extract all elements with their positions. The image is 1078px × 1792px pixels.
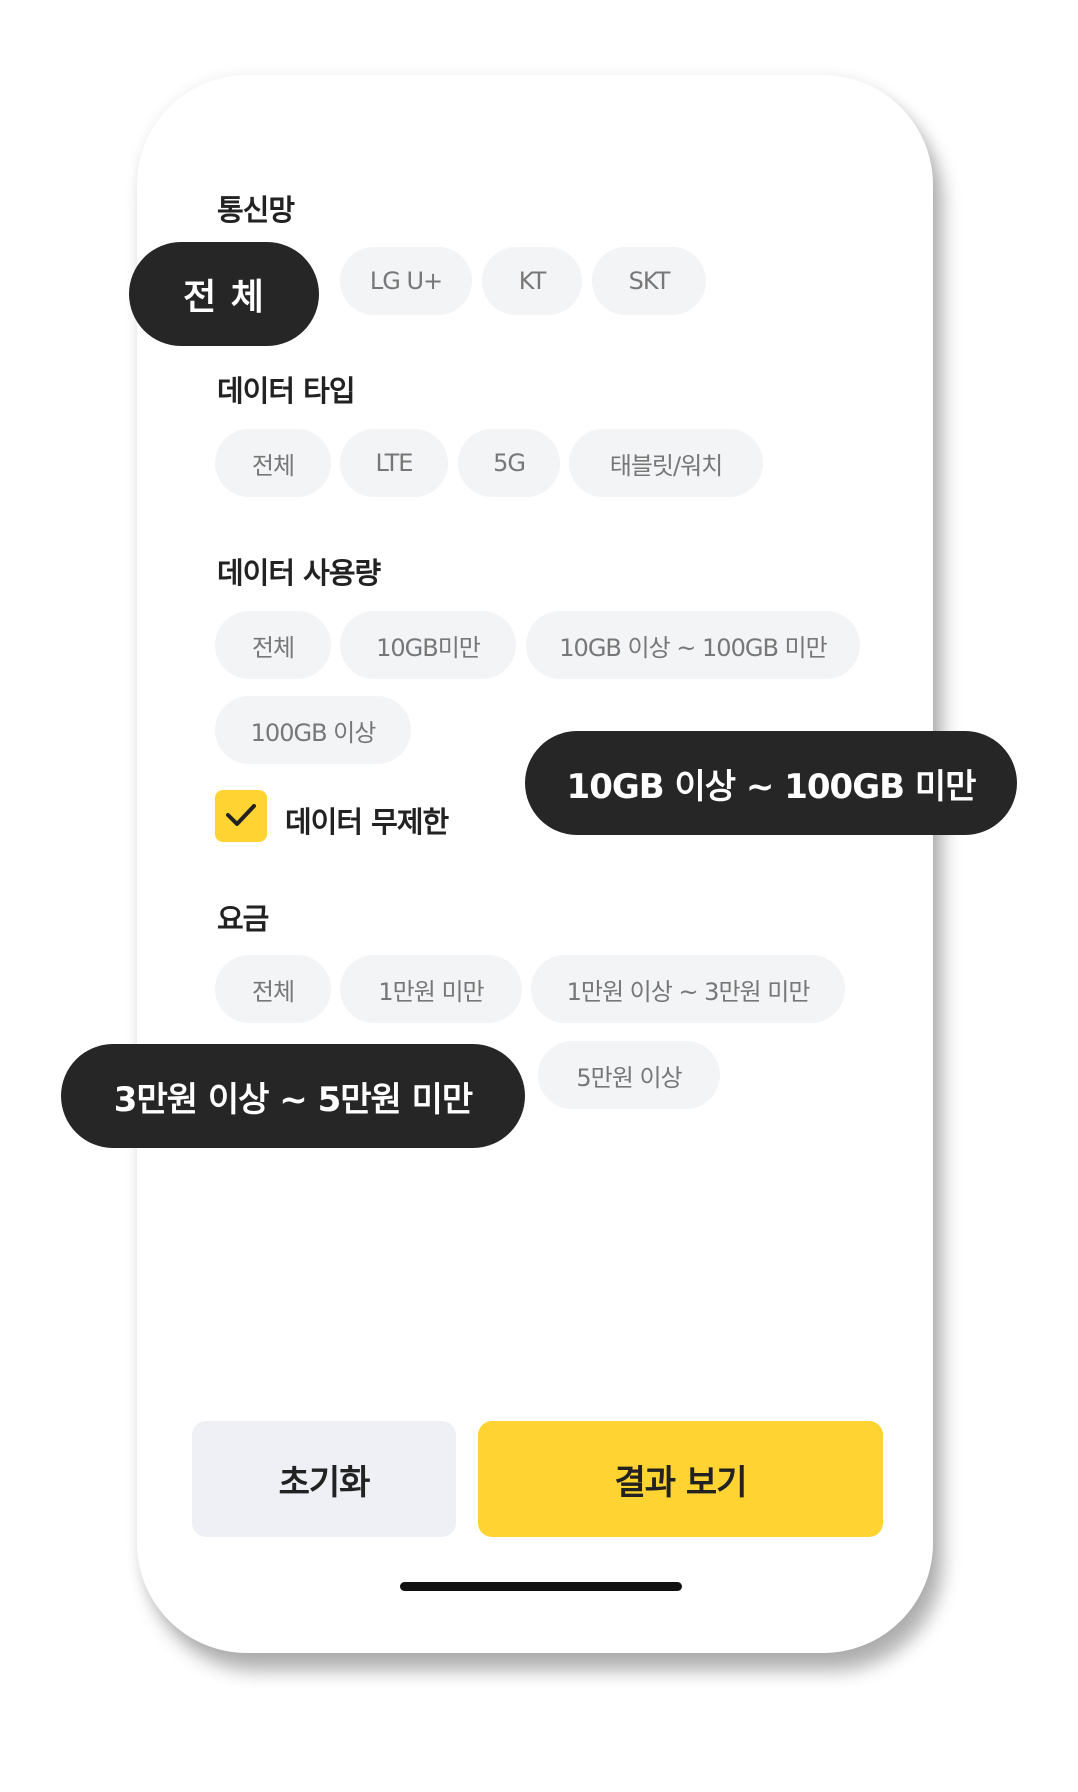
data-usage-chip-10gb-100gb[interactable]: 10GB 이상 ~ 100GB 미만	[526, 611, 860, 679]
data-type-chip-tablet-watch[interactable]: 태블릿/워치	[569, 429, 763, 497]
network-chip-kt[interactable]: KT	[482, 247, 582, 315]
price-chip-10k-30k[interactable]: 1만원 이상 ~ 3만원 미만	[531, 955, 845, 1023]
data-usage-selected-callout: 10GB 이상 ~ 100GB 미만	[525, 731, 1017, 835]
network-chip-lgu[interactable]: LG U+	[340, 247, 472, 315]
check-icon	[226, 804, 256, 826]
home-indicator	[400, 1582, 682, 1591]
data-usage-chip-all[interactable]: 전체	[215, 611, 331, 679]
network-chip-skt[interactable]: SKT	[592, 247, 706, 315]
price-chip-all[interactable]: 전체	[215, 955, 331, 1023]
unlimited-data-label[interactable]: 데이터 무제한	[285, 799, 449, 841]
reset-button[interactable]: 초기화	[192, 1421, 456, 1537]
price-chip-under-10k[interactable]: 1만원 미만	[340, 955, 522, 1023]
unlimited-data-checkbox[interactable]	[215, 790, 267, 842]
data-usage-chip-under-10gb[interactable]: 10GB미만	[340, 611, 516, 679]
price-selected-callout: 3만원 이상 ~ 5만원 미만	[61, 1044, 525, 1148]
price-chip-over-50k[interactable]: 5만원 이상	[538, 1041, 720, 1109]
price-section-title: 요금	[217, 902, 269, 936]
network-chip-all[interactable]: 전 체	[129, 242, 319, 346]
view-results-button[interactable]: 결과 보기	[478, 1421, 883, 1537]
data-usage-section-title: 데이터 사용량	[217, 556, 381, 590]
data-type-section-title: 데이터 타입	[217, 374, 355, 408]
data-type-chip-5g[interactable]: 5G	[458, 429, 560, 497]
data-usage-chip-over-100gb[interactable]: 100GB 이상	[215, 696, 411, 764]
data-type-chip-all[interactable]: 전체	[215, 429, 331, 497]
data-type-chip-lte[interactable]: LTE	[340, 429, 448, 497]
network-section-title: 통신망	[217, 193, 295, 227]
